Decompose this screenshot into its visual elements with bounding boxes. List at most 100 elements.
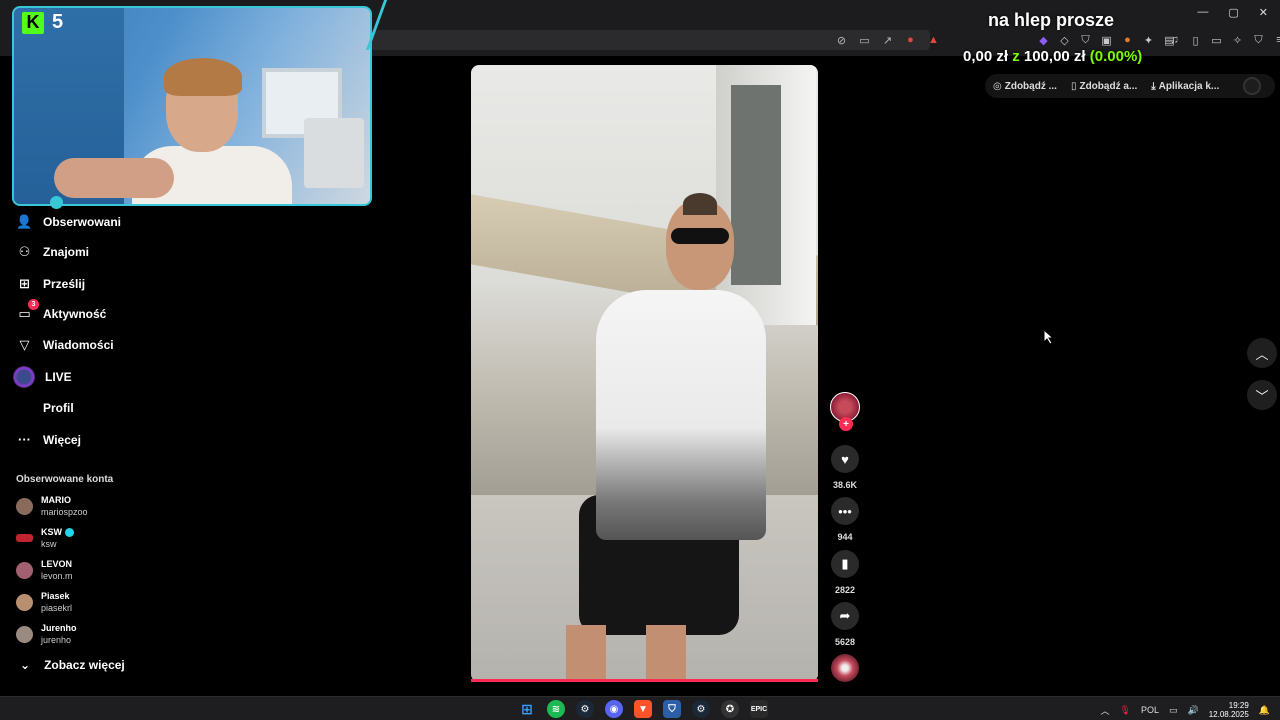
more-icon: ··· (18, 432, 31, 447)
browser-action-icons: ♫ ▯ ▭ ✧ ⛉ ≡ (1166, 32, 1280, 48)
kick-logo: K 5 (22, 11, 63, 34)
puzzle-icon[interactable]: ✦ (1140, 32, 1157, 48)
sidebar-item-more[interactable]: ··· Więcej (16, 431, 81, 448)
followed-account[interactable]: KSW ksw (16, 526, 74, 550)
avatar (16, 625, 33, 643)
sidebar-item-friends[interactable]: ⚇ Znajomi (16, 243, 89, 260)
sidebar-item-messages[interactable]: ▽ Wiadomości (16, 336, 114, 353)
vpn-shield-icon[interactable]: ⛉ (663, 700, 681, 718)
vpn-icon[interactable]: ⛉ (1250, 32, 1267, 48)
video-person-shirt (596, 290, 766, 540)
monitor-icon[interactable]: ▭ (1169, 705, 1178, 716)
volume-icon[interactable]: 🔊 (1188, 705, 1199, 716)
window-controls: — ▢ ✕ (1197, 6, 1268, 19)
clock-date: 12.08.2025 (1208, 710, 1249, 719)
share-icon[interactable]: ↗ (879, 32, 896, 48)
close-icon[interactable]: ✕ (1259, 6, 1268, 19)
extension-dim-icon[interactable]: ◇ (1056, 32, 1073, 48)
wallet-icon[interactable]: ▭ (1208, 32, 1225, 48)
sidebar-item-label: Wiadomości (43, 337, 114, 352)
verified-icon (65, 527, 74, 537)
account-handle: mariospzoo (41, 507, 88, 517)
spotify-icon[interactable]: ≋ (547, 700, 565, 718)
chevron-down-icon: ﹀ (1255, 388, 1269, 404)
extension-icon[interactable]: ● (902, 32, 919, 48)
save-button[interactable]: ▮ (831, 550, 859, 578)
activity-badge: 3 (28, 299, 39, 310)
notification-bell-icon[interactable]: 🔔 (1259, 705, 1270, 716)
brave-icon[interactable]: ▼ (634, 700, 652, 718)
maximize-icon[interactable]: ▢ (1228, 6, 1238, 19)
clock[interactable]: 19:29 12.08.2025 (1209, 701, 1249, 719)
bookmark-item[interactable]: ◎ Zdobądź ... (993, 81, 1057, 92)
epic-games-icon[interactable]: EPIC (750, 700, 768, 718)
sidebar-item-label: Aktywność (43, 306, 107, 321)
sidebar-item-following[interactable]: 👤 Obserwowani (16, 213, 121, 230)
bookmark-item[interactable]: ⤓ Aplikacja k... (1151, 81, 1219, 92)
brave-rewards-icon[interactable]: ▲ (925, 32, 942, 48)
leo-icon[interactable]: ✧ (1229, 32, 1246, 48)
shield-ext-icon[interactable]: ⛉ (1077, 32, 1094, 48)
minimize-icon[interactable]: — (1197, 6, 1208, 19)
sidebar-item-live[interactable]: LIVE (13, 366, 72, 388)
cookie-icon[interactable]: ● (1119, 32, 1136, 48)
like-button[interactable]: ♥ (831, 445, 859, 473)
extension-purple-icon[interactable]: ◆ (1035, 32, 1052, 48)
account-name: KSW (41, 526, 74, 538)
previous-video-button[interactable]: ︿ (1247, 338, 1277, 368)
music-disc-icon[interactable] (831, 654, 859, 682)
spiral-icon: ◎ (993, 80, 1002, 92)
followed-account[interactable]: Piasek piasekrl (16, 590, 72, 614)
account-handle: levon.m (41, 571, 73, 581)
bookmark-item[interactable]: ▯ Zdobądź a... (1071, 81, 1137, 92)
goal-target: 100,00 zł (1023, 48, 1086, 65)
windows-taskbar: ⊞ ≋ ⚙ ◉ ▼ ⛉ ⚙ ✪ EPIC ︿ 🎙 POL ▭ 🔊 19:29 1… (0, 696, 1280, 720)
sidebar-item-profile[interactable]: Profil (16, 399, 74, 416)
share-arrow-icon: ➦ (839, 608, 851, 623)
windows-start-icon[interactable]: ⊞ (518, 700, 536, 718)
plus-box-icon: ⊞ (19, 275, 30, 291)
share-count: 5628 (834, 637, 856, 647)
cam-person-hair (164, 58, 242, 96)
sidebar-item-label: LIVE (45, 370, 72, 384)
steam-icon[interactable]: ⚙ (576, 700, 594, 718)
goal-percent: (0.00%) (1089, 48, 1143, 65)
sidebar-icon[interactable]: ▯ (1187, 32, 1204, 48)
heart-icon: ♥ (841, 451, 849, 467)
menu-icon[interactable]: ≡ (1271, 32, 1280, 48)
followed-account[interactable]: Jurenho jurenho (16, 622, 77, 646)
followed-account[interactable]: LEVON levon.m (16, 558, 73, 582)
share-button[interactable]: ➦ (831, 602, 859, 630)
rockstar-icon[interactable]: ✪ (721, 700, 739, 718)
microphone-icon[interactable]: 🎙 (1120, 705, 1131, 716)
comment-icon: ••• (838, 503, 852, 519)
goal-separator: z (1012, 48, 1020, 65)
video-person-hair (683, 193, 717, 215)
see-more-button[interactable]: ⌄ Zobacz więcej (20, 658, 125, 672)
next-video-button[interactable]: ﹀ (1247, 380, 1277, 410)
sidebar-item-upload[interactable]: ⊞ Prześlij (16, 275, 85, 292)
discord-icon[interactable]: ◉ (605, 700, 623, 718)
video-progress-bar[interactable] (471, 679, 818, 682)
cast-icon[interactable]: ▭ (856, 32, 873, 48)
profile-icon (16, 399, 33, 416)
tray-chevron-icon[interactable]: ︿ (1101, 704, 1110, 717)
followed-account[interactable]: MARIO mariospzoo (16, 494, 88, 518)
taskbar-apps: ⊞ ≋ ⚙ ◉ ▼ ⛉ ⚙ ✪ EPIC (518, 700, 768, 718)
clock-time: 19:29 (1228, 701, 1249, 710)
reader-icon[interactable]: ⊘ (833, 32, 850, 48)
cube-icon[interactable]: ▣ (1098, 32, 1115, 48)
account-handle: jurenho (41, 635, 72, 645)
video-player[interactable] (471, 65, 818, 682)
followed-accounts-title: Obserwowane konta (16, 474, 114, 485)
language-indicator[interactable]: POL (1141, 705, 1159, 715)
comment-button[interactable]: ••• (831, 497, 859, 525)
extension-icons: ◆ ◇ ⛉ ▣ ● ✦ ▤ (1035, 32, 1178, 48)
sidebar-item-activity[interactable]: ▭ 3 Aktywność (16, 299, 107, 322)
chevron-down-icon: ⌄ (20, 658, 31, 672)
music-icon[interactable]: ♫ (1166, 32, 1183, 48)
account-name: MARIO (41, 495, 71, 505)
profile-circle-button[interactable] (1243, 77, 1261, 95)
follow-plus-icon[interactable]: + (839, 417, 853, 431)
steam-alt-icon[interactable]: ⚙ (692, 700, 710, 718)
